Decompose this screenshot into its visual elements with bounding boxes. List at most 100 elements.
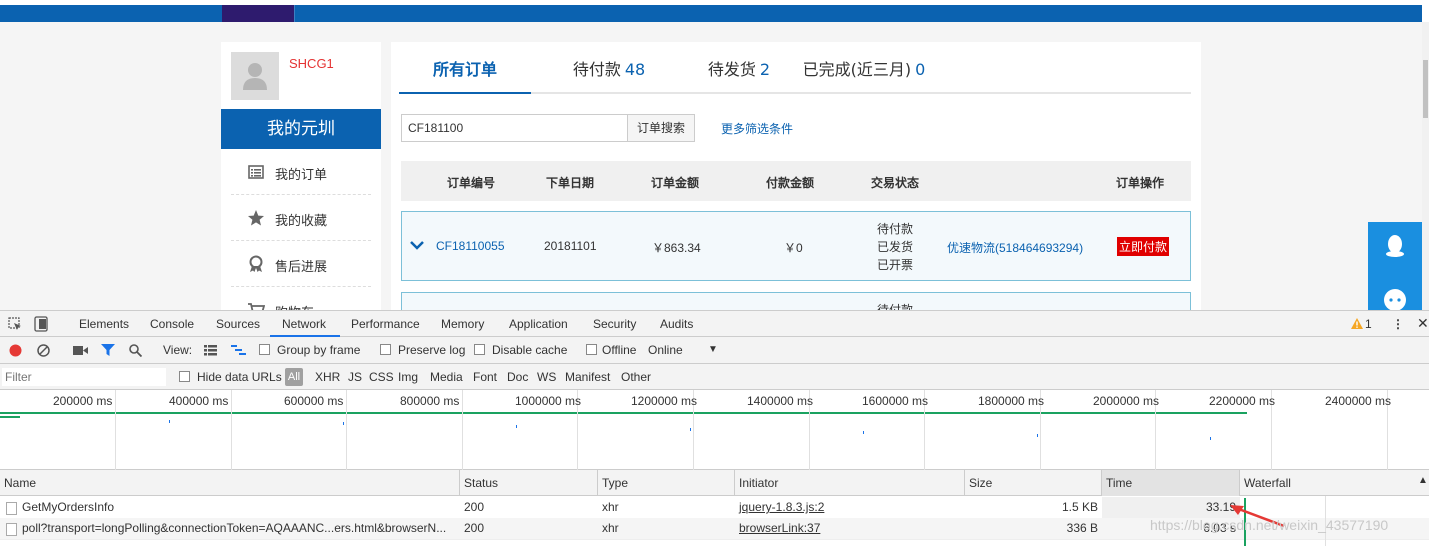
order-row[interactable]: 待付款 (401, 292, 1191, 310)
page-scrollbar-thumb[interactable] (1423, 60, 1428, 118)
col-header-name[interactable]: Name (0, 470, 460, 496)
devtools-tab-audits[interactable]: Audits (660, 317, 693, 331)
chat-icon[interactable] (1383, 288, 1407, 310)
devtools-tab-network[interactable]: Network (282, 317, 326, 331)
chevron-down-icon[interactable] (410, 238, 424, 252)
col-header-time[interactable]: Time (1102, 470, 1240, 496)
order-search-input[interactable] (401, 114, 628, 142)
close-icon[interactable]: ✕ (1417, 315, 1429, 332)
col-header-paid: 付款金额 (766, 176, 815, 190)
order-tabs: 所有订单 待付款 48 待发货 2 已完成(近三月) 0 (399, 42, 1191, 94)
overview-request-mark (343, 422, 344, 425)
request-initiator[interactable]: jquery-1.8.3.js:2 (735, 497, 965, 518)
request-row-partial[interactable] (0, 539, 1429, 546)
group-by-frame-label: Group by frame (277, 343, 361, 357)
hide-data-urls-checkbox[interactable] (179, 371, 190, 382)
filter-icon[interactable] (101, 344, 115, 357)
tab-completed[interactable]: 已完成(近三月) 0 (799, 42, 929, 94)
filter-type-ws[interactable]: WS (537, 370, 556, 384)
username[interactable]: SHCG1 (289, 56, 334, 71)
floating-service-bar (1368, 222, 1422, 310)
sidebar-item-label: 售后进展 (275, 260, 328, 275)
record-icon[interactable] (9, 344, 22, 357)
devtools-tab-security[interactable]: Security (593, 317, 636, 331)
request-initiator[interactable]: browserLink:37 (735, 518, 965, 539)
waterfall-view-icon[interactable] (231, 345, 246, 356)
devtools-tab-elements[interactable]: Elements (79, 317, 129, 331)
tab-pending-payment[interactable]: 待付款 48 (549, 42, 669, 94)
request-name[interactable]: poll?transport=longPolling&connectionTok… (18, 518, 458, 539)
sort-ascending-icon[interactable]: ▲ (1418, 475, 1428, 486)
camera-icon[interactable] (73, 345, 88, 356)
order-row[interactable]: CF18110055 20181101 ￥863.34 ￥0 待付款 已发货 已… (401, 211, 1191, 281)
clear-icon[interactable] (37, 344, 50, 357)
chevron-down-icon[interactable]: ▼ (708, 344, 718, 355)
order-number[interactable]: CF18110055 (436, 239, 505, 253)
avatar[interactable] (231, 52, 279, 100)
network-filterbar: Hide data URLs All XHR JS CSS Img Media … (0, 364, 1429, 390)
filter-type-media[interactable]: Media (430, 370, 463, 384)
devtools-tab-sources[interactable]: Sources (216, 317, 260, 331)
nav-active-block[interactable] (222, 5, 294, 22)
tab-all-orders[interactable]: 所有订单 (399, 42, 531, 94)
network-overview-timeline[interactable]: 200000 ms 400000 ms 600000 ms 800000 ms 1000… (0, 390, 1429, 470)
request-status: 200 (464, 500, 485, 514)
filter-type-css[interactable]: CSS (369, 370, 394, 384)
filter-type-other[interactable]: Other (621, 370, 651, 384)
filter-type-all[interactable]: All (285, 368, 303, 386)
my-center-title[interactable]: 我的元圳 (221, 109, 381, 149)
overview-tick-label: 800000 ms (400, 394, 460, 408)
devtools-tab-performance[interactable]: Performance (351, 317, 420, 331)
star-icon (248, 210, 264, 226)
sidebar-item-orders[interactable]: 我的订单 (231, 149, 371, 195)
overview-tick-label: 2400000 ms (1325, 394, 1392, 408)
sidebar-item-favorites[interactable]: 我的收藏 (231, 195, 371, 241)
col-header-waterfall[interactable]: Waterfall (1240, 470, 1429, 496)
order-search-button[interactable]: 订单搜索 (627, 114, 695, 142)
page-scrollbar[interactable] (1422, 22, 1429, 310)
devtools-tab-memory[interactable]: Memory (441, 317, 484, 331)
filter-type-font[interactable]: Font (473, 370, 497, 384)
group-by-frame-checkbox[interactable] (259, 344, 270, 355)
list-icon (248, 165, 264, 179)
filter-type-img[interactable]: Img (398, 370, 418, 384)
col-header-type[interactable]: Type (598, 470, 735, 496)
disable-cache-checkbox[interactable] (474, 344, 485, 355)
devtools-tab-console[interactable]: Console (150, 317, 194, 331)
warning-count[interactable]: 1 (1365, 317, 1372, 331)
sidebar-item-aftersales[interactable]: 售后进展 (231, 241, 371, 287)
tab-label: 待付款 (572, 60, 621, 79)
more-options-icon[interactable]: ⋮ (1392, 317, 1404, 331)
user-icon (243, 63, 267, 90)
filter-type-xhr[interactable]: XHR (315, 370, 340, 384)
col-header-initiator[interactable]: Initiator (735, 470, 965, 496)
filter-type-manifest[interactable]: Manifest (565, 370, 610, 384)
device-toggle-icon[interactable] (34, 316, 48, 332)
overview-tick-label: 1600000 ms (862, 394, 929, 408)
nav-separator (294, 5, 295, 22)
devtools-tab-application[interactable]: Application (509, 317, 568, 331)
list-view-icon[interactable] (204, 345, 217, 356)
sidebar-item-label: 购物车 (275, 302, 314, 310)
pay-now-button[interactable]: 立即付款 (1117, 237, 1170, 256)
request-row[interactable]: GetMyOrdersInfo 200 xhr jquery-1.8.3.js:… (0, 497, 1429, 518)
tab-pending-shipment[interactable]: 待发货 2 (689, 42, 789, 94)
filter-type-js[interactable]: JS (348, 370, 362, 384)
more-filters-link[interactable]: 更多筛选条件 (721, 120, 793, 137)
search-icon[interactable] (129, 344, 142, 357)
preserve-log-checkbox[interactable] (380, 344, 391, 355)
col-header-size[interactable]: Size (965, 470, 1102, 496)
filter-type-doc[interactable]: Doc (507, 370, 528, 384)
filter-input[interactable] (2, 368, 166, 386)
offline-checkbox[interactable] (586, 344, 597, 355)
site-topbar (0, 0, 1429, 22)
request-type: xhr (602, 521, 619, 535)
logistics-link[interactable]: 优速物流(518464693294) (947, 239, 1083, 256)
request-name[interactable]: GetMyOrdersInfo (18, 497, 458, 518)
sidebar-item-cart[interactable]: 购物车 (231, 287, 371, 310)
throttling-select[interactable]: Online (648, 343, 683, 357)
warning-icon[interactable] (1351, 318, 1363, 329)
qq-icon[interactable] (1384, 234, 1406, 258)
inspect-icon[interactable] (8, 317, 22, 331)
col-header-status[interactable]: Status (460, 470, 598, 496)
